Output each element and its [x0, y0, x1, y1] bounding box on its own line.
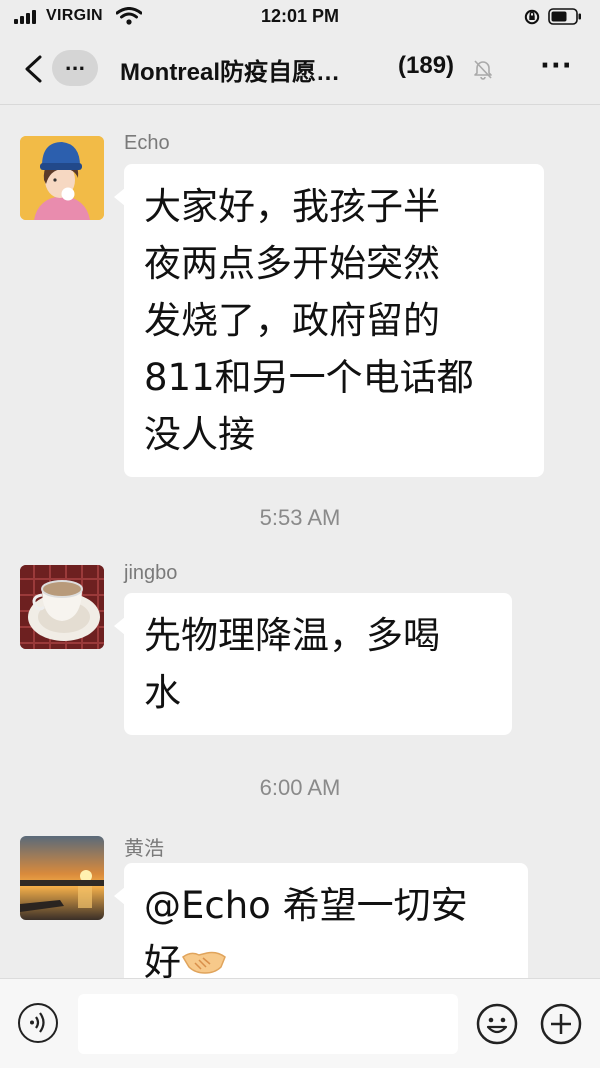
add-attachment-icon[interactable]: [540, 1003, 582, 1045]
back-chevron-icon[interactable]: [22, 54, 44, 84]
chat-header: ... Montreal防疫自愿… (189) ···: [0, 34, 600, 105]
message-bubble[interactable]: 先物理降温，多喝 水: [114, 593, 512, 735]
avatar-echo[interactable]: [20, 136, 104, 220]
message-input-bar: [0, 978, 600, 1068]
message-line: 811和另一个电话都: [144, 356, 474, 399]
message-line: 发烧了，政府留的: [144, 299, 440, 342]
message-timestamp: 6:00 AM: [259, 775, 341, 800]
avatar-girl-illustration: [20, 136, 104, 220]
avatar-jingbo[interactable]: [20, 565, 104, 649]
message-text-field[interactable]: [78, 994, 458, 1054]
message-line: 没人接: [144, 413, 255, 456]
sender-name: Echo: [124, 132, 170, 154]
message-line: 大家好，我孩子半: [144, 185, 440, 228]
message-line: 夜两点多开始突然: [144, 242, 440, 285]
avatar-huanghao[interactable]: [20, 836, 104, 920]
handshake-emoji-icon: [182, 951, 226, 974]
emoji-button-icon[interactable]: [476, 1003, 518, 1045]
message-timestamp: 5:53 AM: [259, 505, 341, 530]
battery-icon: [548, 8, 581, 25]
sender-name: jingbo: [124, 562, 178, 584]
message-line: 水: [144, 671, 181, 714]
unread-more-button[interactable]: ...: [52, 50, 98, 86]
voice-input-button[interactable]: [18, 1003, 58, 1043]
chat-options-button[interactable]: ···: [540, 53, 573, 79]
rotation-lock-icon: [524, 9, 540, 25]
status-bar: VIRGIN 12:01 PM: [0, 0, 600, 34]
avatar-sunset-photo: [20, 836, 104, 920]
status-time: 12:01 PM: [260, 6, 340, 26]
avatar-coffee-cup-photo: [20, 565, 104, 649]
message-bubble[interactable]: 大家好，我孩子半 夜两点多开始突然 发烧了，政府留的 811和另一个电话都 没人…: [114, 164, 544, 477]
member-count: (189): [398, 52, 455, 79]
message-line: 先物理降温，多喝: [144, 614, 440, 657]
muted-bell-icon: [474, 60, 492, 80]
message-line: @Echo 希望一切安: [144, 884, 468, 927]
group-title: Montreal防疫自愿…: [120, 59, 341, 86]
message-bubble[interactable]: @Echo 希望一切安 好: [114, 863, 528, 993]
voice-wave-icon: [30, 1012, 45, 1033]
sender-name: 黄浩: [124, 838, 164, 860]
